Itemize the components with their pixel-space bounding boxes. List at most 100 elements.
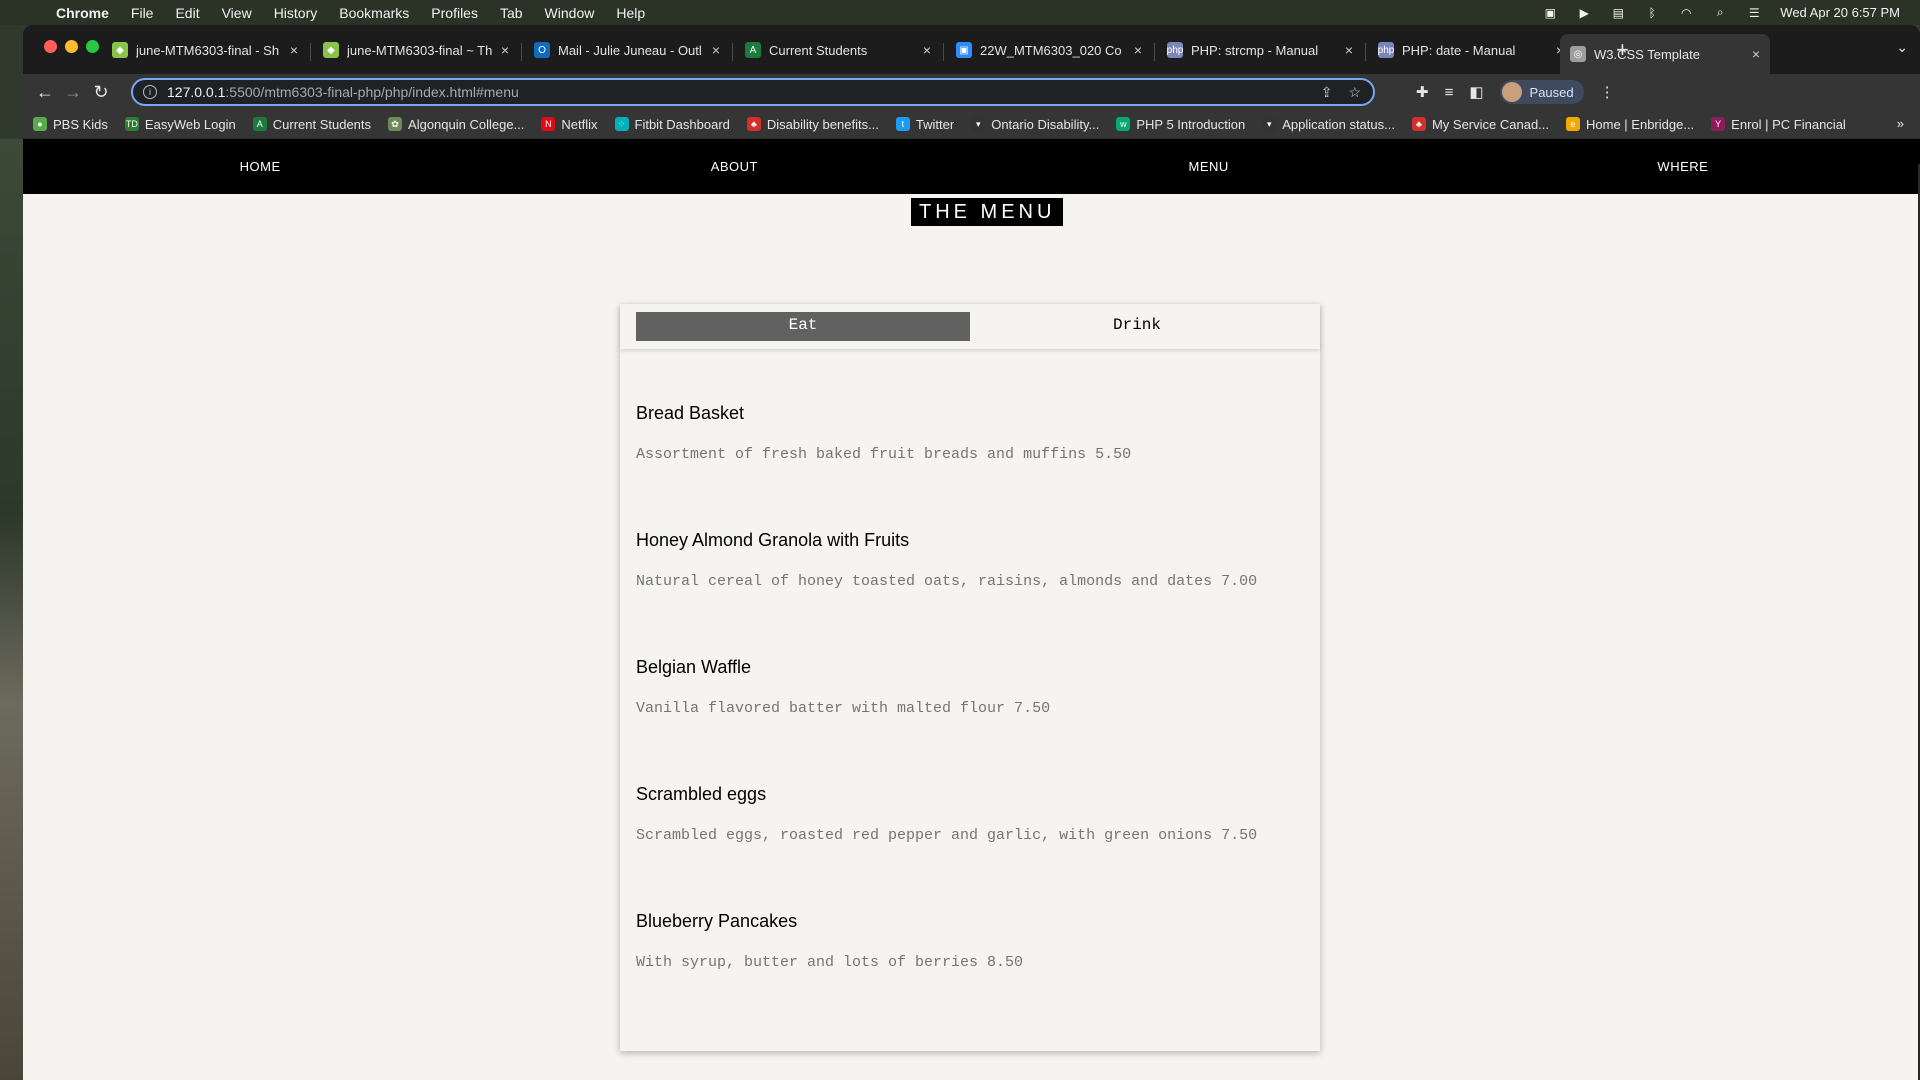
menubar-window[interactable]: Window [545, 5, 595, 21]
browser-tab[interactable]: php PHP: strcmp - Manual × [1157, 35, 1363, 65]
bookmark-label: Twitter [915, 116, 955, 132]
bookmark-item[interactable]: e Home | Enbridge... [1566, 117, 1694, 132]
tab-close-icon[interactable]: × [1130, 42, 1146, 58]
bookmark-item[interactable]: Y Enrol | PC Financial [1711, 117, 1846, 132]
tab-separator [310, 43, 311, 61]
minimize-window-button[interactable] [65, 40, 78, 53]
profile-button[interactable]: Paused [1499, 80, 1584, 104]
bookmark-item[interactable]: ⁘ Fitbit Dashboard [614, 117, 730, 132]
bookmark-favicon-icon: w [1116, 117, 1131, 131]
menu-item-name: Blueberry Pancakes [636, 911, 798, 931]
bookmark-item[interactable]: ● PBS Kids [33, 117, 108, 132]
tab-close-icon[interactable]: × [1748, 46, 1764, 62]
reload-button[interactable]: ↻ [89, 80, 113, 104]
nav-about-link[interactable]: ABOUT [497, 139, 971, 194]
side-panel-icon[interactable]: ◧ [1469, 83, 1483, 101]
bookmark-favicon-icon: ♣ [746, 117, 761, 131]
play-icon[interactable]: ▶ [1576, 6, 1592, 20]
menubar-view[interactable]: View [222, 5, 252, 21]
profile-status: Paused [1529, 84, 1574, 100]
tab-search-chevron-icon[interactable]: ⌄ [1896, 39, 1908, 56]
site-navbar: HOME ABOUT MENU WHERE [23, 139, 1920, 194]
tab-close-icon[interactable]: × [1341, 42, 1357, 58]
control-center-icon[interactable]: ☰ [1746, 6, 1762, 20]
menu-item-description: Vanilla flavored batter with malted flou… [636, 700, 1051, 717]
browser-tab[interactable]: ◆ june-MTM6303-final ~ Th × [313, 35, 519, 65]
bookmark-item[interactable]: N Netflix [541, 117, 598, 132]
bookmark-favicon-icon: ⁘ [614, 117, 629, 131]
nav-menu-link[interactable]: MENU [972, 139, 1446, 194]
bookmarks-overflow-icon[interactable]: » [1897, 116, 1904, 131]
bookmark-favicon-icon: TD [124, 117, 139, 131]
wifi-icon[interactable]: ◠ [1678, 6, 1694, 20]
tab-favicon-icon: A [745, 42, 761, 58]
menubar-file[interactable]: File [131, 5, 154, 21]
menu-card: Eat Drink Bread Basket Assortment of fre… [620, 304, 1320, 1051]
browser-tab[interactable]: phpPHP: date - Manual× [1368, 35, 1574, 65]
tab-close-icon[interactable]: × [919, 42, 935, 58]
url-path: :5500/mtm6303-final-php/php/index.html#m… [225, 84, 519, 100]
browser-tab[interactable]: A Current Students × [735, 35, 941, 65]
back-button[interactable]: ← [33, 80, 57, 104]
tab-strip: ◆ june-MTM6303-final - Sh × ◆ june-MTM6303-f… [23, 25, 1920, 74]
bookmark-favicon-icon: e [1566, 117, 1581, 131]
nav-where-link[interactable]: WHERE [1446, 139, 1920, 194]
bookmark-item[interactable]: ▾ Application status... [1262, 117, 1395, 132]
menu-item-description: Scrambled eggs, roasted red pepper and g… [636, 827, 1258, 844]
new-tab-button[interactable]: + [1616, 37, 1629, 63]
tab-title: PHP: date - Manual [1402, 42, 1516, 58]
tab-close-icon[interactable]: × [286, 42, 302, 58]
tab-close-icon[interactable]: × [708, 42, 724, 58]
display-icon[interactable]: ▤ [1610, 6, 1626, 20]
tab-close-icon[interactable]: × [497, 42, 513, 58]
site-info-icon[interactable]: i [143, 85, 157, 99]
menubar-bookmarks[interactable]: Bookmarks [339, 5, 409, 21]
bookmark-item[interactable]: ♣ My Service Canad... [1411, 117, 1549, 132]
bookmark-item[interactable]: t Twitter [895, 116, 955, 132]
spotlight-search-icon[interactable]: ⌕ [1712, 5, 1728, 20]
tab-separator [521, 43, 522, 61]
menu-item-description: Assortment of fresh baked fruit breads a… [636, 446, 1132, 463]
close-window-button[interactable] [44, 40, 57, 53]
menubar-help[interactable]: Help [616, 5, 645, 21]
menu-item: Honey Almond Granola with Fruits Natural… [636, 526, 1304, 653]
share-icon[interactable]: ⇪ [1321, 84, 1333, 101]
browser-tab[interactable]: O Mail - Julie Juneau - Outl × [524, 35, 730, 65]
bookmark-item[interactable]: TD EasyWeb Login [124, 117, 236, 132]
menu-item-name: Honey Almond Granola with Fruits [636, 530, 910, 550]
bookmark-item[interactable]: w PHP 5 Introduction [1116, 117, 1245, 132]
browser-tab[interactable]: ▣ 22W_MTM6303_020 Co × [946, 35, 1152, 65]
bookmark-label: Current Students [272, 116, 372, 132]
extensions-puzzle-icon[interactable]: ✚ [1416, 83, 1429, 101]
section-title: THE MENU [911, 198, 1064, 226]
chrome-menu-icon[interactable]: ⋮ [1600, 83, 1615, 101]
address-bar[interactable]: i 127.0.0.1:5500/mtm6303-final-php/php/i… [131, 78, 1375, 106]
menubar-app-name[interactable]: Chrome [56, 5, 109, 21]
forward-button[interactable]: → [61, 80, 85, 104]
tab-separator [1154, 43, 1155, 61]
bookmark-item[interactable]: ♣ Disability benefits... [746, 117, 879, 132]
tab-drink[interactable]: Drink [970, 312, 1304, 341]
bookmark-item[interactable]: ✿ Algonquin College... [388, 117, 524, 132]
bookmark-item[interactable]: A Current Students [252, 116, 372, 132]
media-queue-icon[interactable]: ≡ [1445, 84, 1454, 101]
bluetooth-icon[interactable]: ᛒ [1644, 6, 1660, 20]
tab-favicon-icon: ◎ [1570, 46, 1586, 62]
tab-separator [732, 43, 733, 61]
screen-record-icon[interactable]: ▣ [1542, 6, 1558, 20]
browser-tab[interactable]: ◎ W3.CSS Template × [1560, 34, 1770, 74]
nav-home-link[interactable]: HOME [23, 139, 497, 194]
menubar-tab[interactable]: Tab [500, 5, 523, 21]
menubar-profiles[interactable]: Profiles [431, 5, 478, 21]
menubar-edit[interactable]: Edit [175, 5, 199, 21]
menubar-history[interactable]: History [274, 5, 318, 21]
tab-eat[interactable]: Eat [636, 312, 970, 341]
bookmark-item[interactable]: ▾ Ontario Disability... [971, 117, 1099, 132]
browser-tab[interactable]: ◆ june-MTM6303-final - Sh × [102, 35, 308, 65]
menu-item-name: Belgian Waffle [636, 657, 752, 677]
bookmark-star-icon[interactable]: ☆ [1348, 84, 1361, 101]
zoom-window-button[interactable] [86, 40, 99, 53]
menubar-clock[interactable]: Wed Apr 20 6:57 PM [1780, 5, 1900, 20]
browser-window: ◆ june-MTM6303-final - Sh × ◆ june-MTM6303-f… [23, 25, 1920, 1080]
menu-item: Belgian Waffle Vanilla flavored batter w… [636, 653, 1304, 780]
